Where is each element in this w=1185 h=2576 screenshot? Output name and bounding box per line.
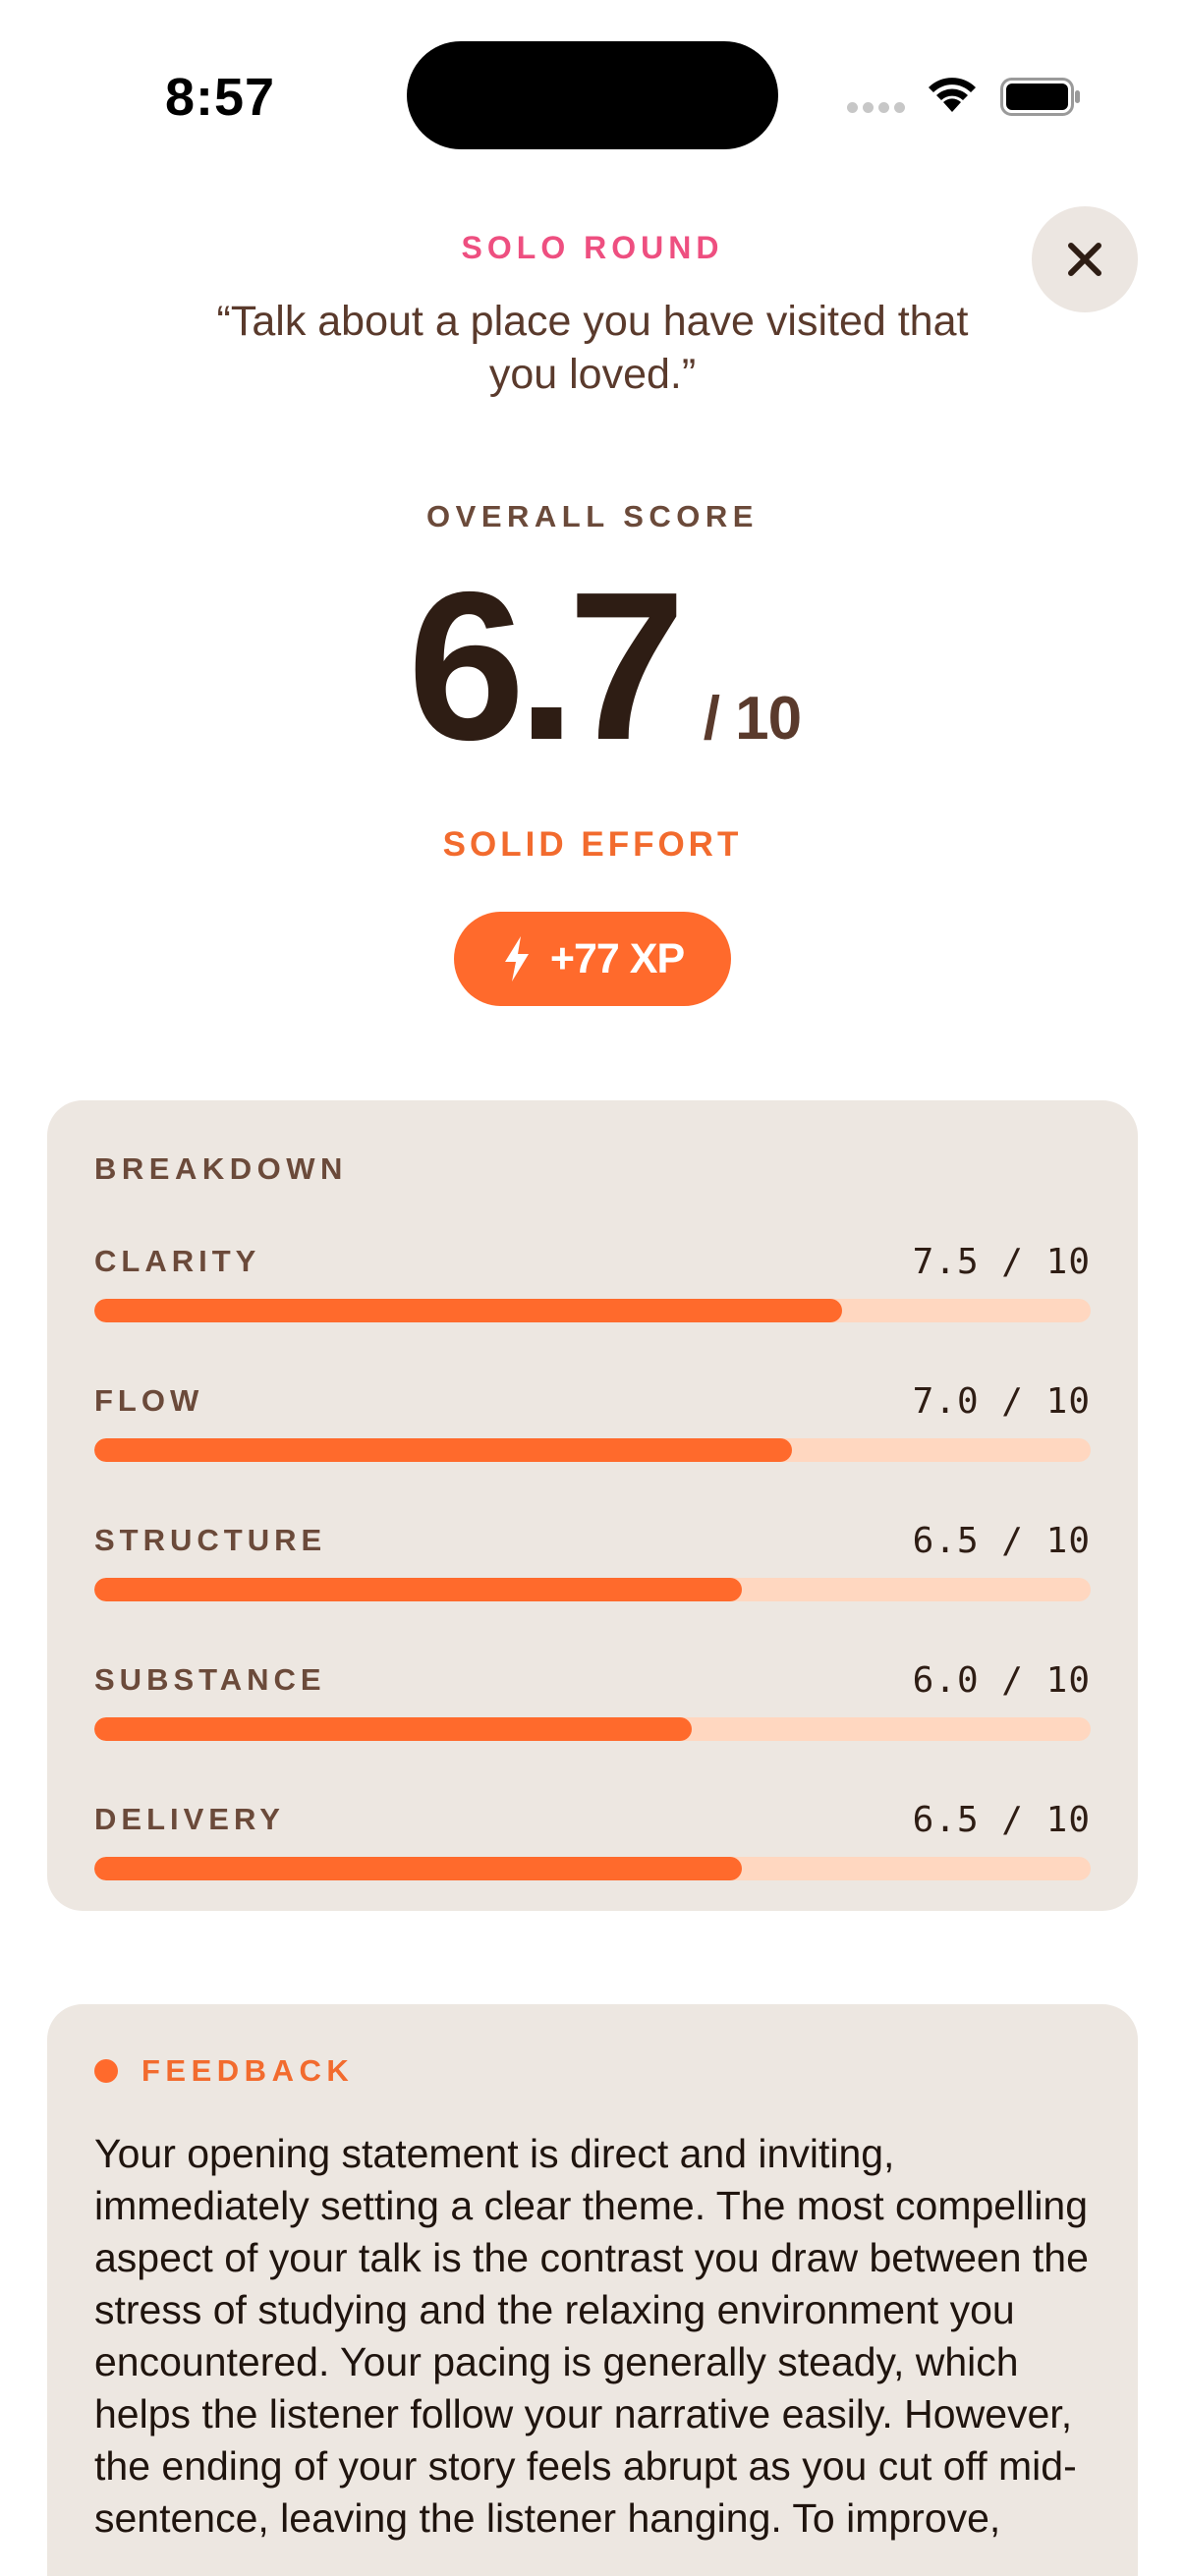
metric-name: SUBSTANCE (94, 1662, 326, 1697)
metric-fill (94, 1438, 792, 1462)
signal-dots-icon (847, 102, 905, 113)
feedback-text: Your opening statement is direct and inv… (94, 2131, 1089, 2541)
score-value: 6.7 (407, 547, 686, 784)
lightning-icon (504, 936, 529, 981)
metric-fill (94, 1717, 693, 1741)
metric-track (94, 1578, 1091, 1601)
feedback-title: FEEDBACK (141, 2053, 355, 2088)
dynamic-island (407, 41, 778, 149)
metric-score: 7.0 / 10 (912, 1381, 1091, 1422)
status-time: 8:57 (165, 68, 276, 127)
metric-name: FLOW (94, 1383, 204, 1418)
battery-icon (1000, 78, 1080, 116)
score-denominator: / 10 (703, 685, 802, 753)
metric-track (94, 1717, 1091, 1741)
metric-fill (94, 1578, 743, 1601)
metric-fill (94, 1857, 743, 1880)
metric-track (94, 1438, 1091, 1462)
metric-track (94, 1857, 1091, 1880)
metric-fill (94, 1299, 842, 1322)
xp-badge: +77 XP (454, 912, 731, 1006)
metric-score: 6.5 / 10 (912, 1521, 1091, 1561)
metric-flow: FLOW 7.0 / 10 (94, 1381, 1091, 1482)
overall-score: 6.7 / 10 (0, 560, 1185, 771)
metric-score: 6.5 / 10 (912, 1800, 1091, 1840)
metric-name: CLARITY (94, 1244, 261, 1278)
overall-score-label: OVERALL SCORE (426, 499, 759, 533)
metric-structure: STRUCTURE 6.5 / 10 (94, 1521, 1091, 1621)
xp-value: +77 XP (549, 934, 685, 982)
status-bar: 8:57 (0, 0, 1185, 187)
wifi-icon (929, 78, 976, 112)
metric-score: 6.0 / 10 (912, 1660, 1091, 1701)
metric-score: 7.5 / 10 (912, 1242, 1091, 1282)
metric-substance: SUBSTANCE 6.0 / 10 (94, 1660, 1091, 1761)
breakdown-title: BREAKDOWN (94, 1151, 348, 1186)
breakdown-card: BREAKDOWN CLARITY 7.5 / 10 FLOW 7.0 / 10… (47, 1100, 1138, 1911)
metric-name: STRUCTURE (94, 1523, 327, 1557)
prompt-text: “Talk about a place you have visited tha… (216, 298, 969, 398)
metric-delivery: DELIVERY 6.5 / 10 (94, 1800, 1091, 1900)
metric-track (94, 1299, 1091, 1322)
round-label: SOLO ROUND (461, 230, 724, 265)
metric-clarity: CLARITY 7.5 / 10 (94, 1242, 1091, 1342)
metric-name: DELIVERY (94, 1802, 285, 1836)
feedback-dot-icon (94, 2059, 118, 2083)
score-verdict: SOLID EFFORT (442, 825, 743, 864)
feedback-card: FEEDBACK Your opening statement is direc… (47, 2004, 1138, 2576)
